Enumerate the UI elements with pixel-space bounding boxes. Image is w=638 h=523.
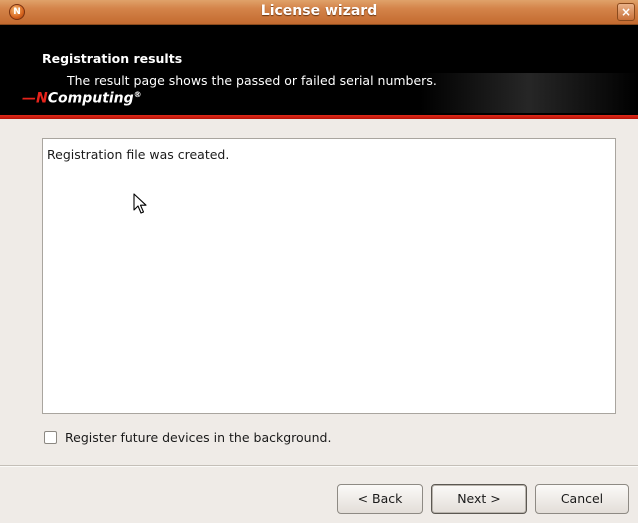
wizard-banner: Registration results The result page sho… [0,25,638,115]
page-description: The result page shows the passed or fail… [67,73,437,88]
back-button[interactable]: < Back [337,484,423,514]
next-button[interactable]: Next > [431,484,527,514]
banner-accent-line [0,115,638,119]
title-bar[interactable]: N License wizard × [0,0,638,25]
result-message: Registration file was created. [47,147,230,162]
results-area[interactable]: Registration file was created. [42,138,616,414]
mouse-pointer-icon [133,193,147,214]
window-title: License wizard [260,3,378,19]
ncomputing-logo: —NComputing® [22,90,142,107]
register-background-checkbox[interactable]: Register future devices in the backgroun… [44,428,331,446]
register-background-label[interactable]: Register future devices in the backgroun… [65,430,331,445]
close-button[interactable]: × [617,3,635,21]
cancel-button[interactable]: Cancel [535,484,629,514]
page-heading: Registration results [42,51,183,66]
banner-decoration [420,73,638,113]
checkbox-box[interactable] [44,430,57,444]
footer-divider [0,465,638,467]
